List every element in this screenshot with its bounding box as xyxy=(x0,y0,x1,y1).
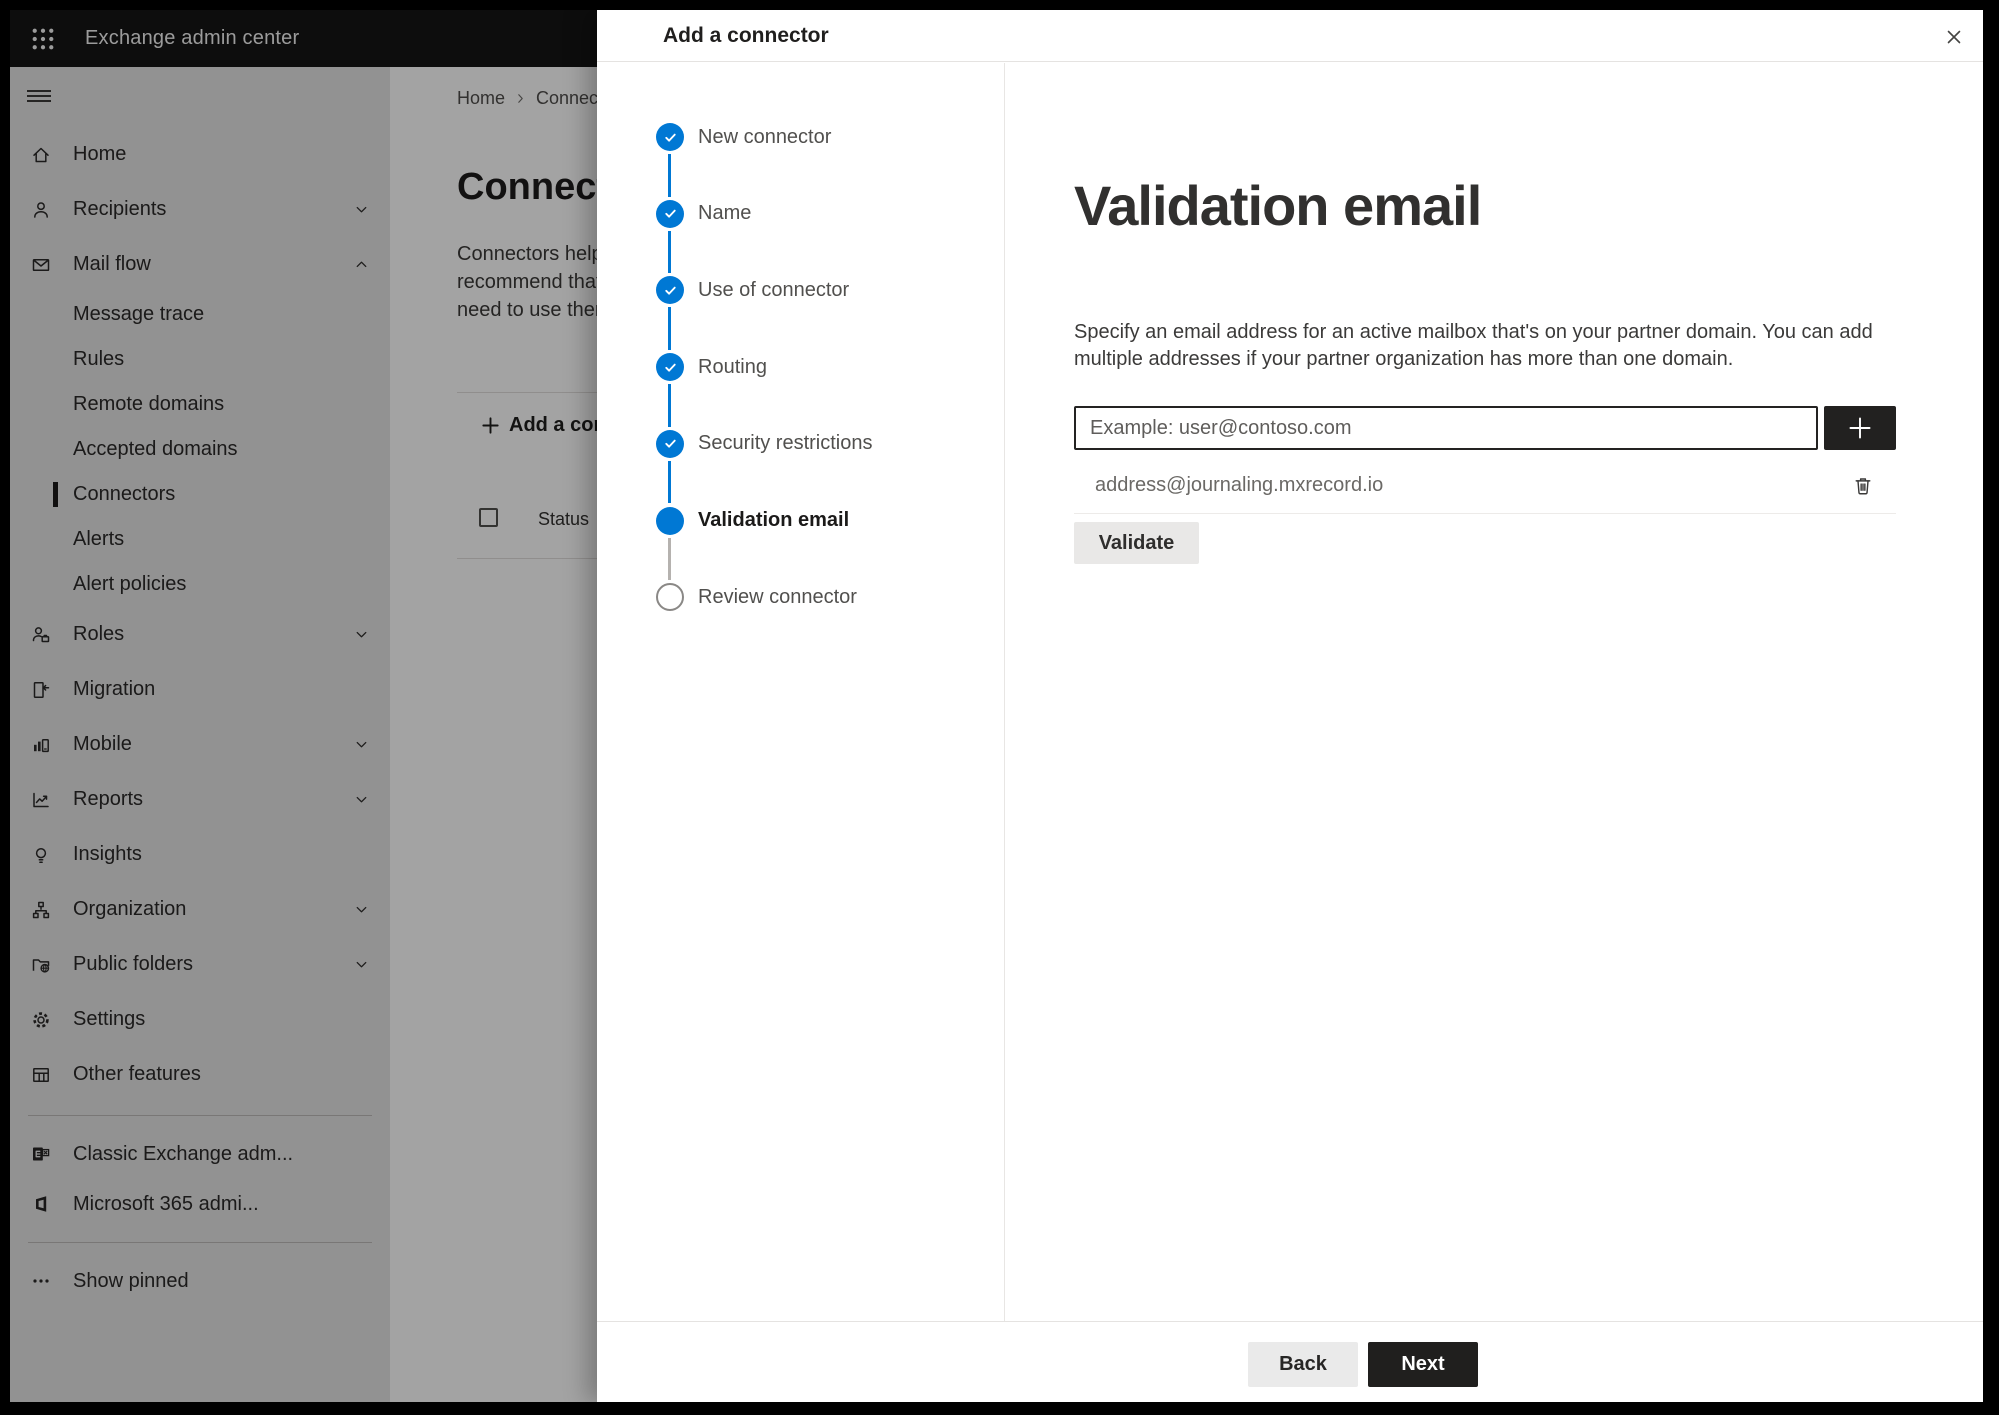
add-connector-dialog: Add a connector New connector Name Use o… xyxy=(597,10,1983,1402)
wizard-step-new-connector[interactable]: New connector xyxy=(656,115,831,159)
wizard-connector-line xyxy=(668,384,671,427)
plus-icon xyxy=(1849,417,1871,439)
added-address-text: address@journaling.mxrecord.io xyxy=(1095,474,1384,496)
dialog-header: Add a connector xyxy=(597,10,1983,62)
step-check-icon xyxy=(656,353,684,382)
back-button[interactable]: Back xyxy=(1248,1342,1358,1387)
step-check-icon xyxy=(656,429,684,458)
dialog-footer: Back Next xyxy=(597,1321,1983,1402)
step-current-icon xyxy=(656,506,684,535)
step-check-icon xyxy=(656,123,684,151)
app-window: Exchange admin center Home Recipients Ma… xyxy=(10,10,1983,1402)
wizard-step-validation-email[interactable]: Validation email xyxy=(656,499,849,543)
wizard-steps: New connector Name Use of connector Rout… xyxy=(597,63,1005,1321)
wizard-connector-line xyxy=(668,460,671,504)
close-button[interactable] xyxy=(1937,20,1971,54)
step-heading: Validation email xyxy=(1074,174,1482,237)
wizard-step-review-connector[interactable]: Review connector xyxy=(656,575,857,619)
delete-address-button[interactable] xyxy=(1846,469,1880,503)
step-check-icon xyxy=(656,199,684,228)
dialog-title: Add a connector xyxy=(663,23,829,47)
next-button[interactable]: Next xyxy=(1368,1342,1478,1387)
dialog-body: New connector Name Use of connector Rout… xyxy=(597,63,1983,1321)
validation-email-input[interactable] xyxy=(1074,406,1818,450)
step-check-icon xyxy=(656,276,684,305)
wizard-step-name[interactable]: Name xyxy=(656,192,751,236)
added-address-row: address@journaling.mxrecord.io xyxy=(1074,458,1896,514)
step-upcoming-icon xyxy=(656,583,684,612)
wizard-content: Validation email Specify an email addres… xyxy=(1005,63,1983,1321)
wizard-connector-line xyxy=(668,307,671,351)
step-description: Specify an email address for an active m… xyxy=(1074,321,1873,370)
close-icon xyxy=(1947,30,1961,44)
trash-icon xyxy=(1855,478,1871,495)
add-email-button[interactable] xyxy=(1824,406,1896,450)
wizard-step-security-restrictions[interactable]: Security restrictions xyxy=(656,422,873,466)
email-input-row xyxy=(1074,406,1896,450)
wizard-connector-line xyxy=(668,537,671,581)
wizard-step-routing[interactable]: Routing xyxy=(656,345,767,389)
wizard-step-use-of-connector[interactable]: Use of connector xyxy=(656,268,849,312)
wizard-connector-line xyxy=(668,154,671,197)
validate-button[interactable]: Validate xyxy=(1074,522,1199,564)
wizard-connector-line xyxy=(668,230,671,274)
